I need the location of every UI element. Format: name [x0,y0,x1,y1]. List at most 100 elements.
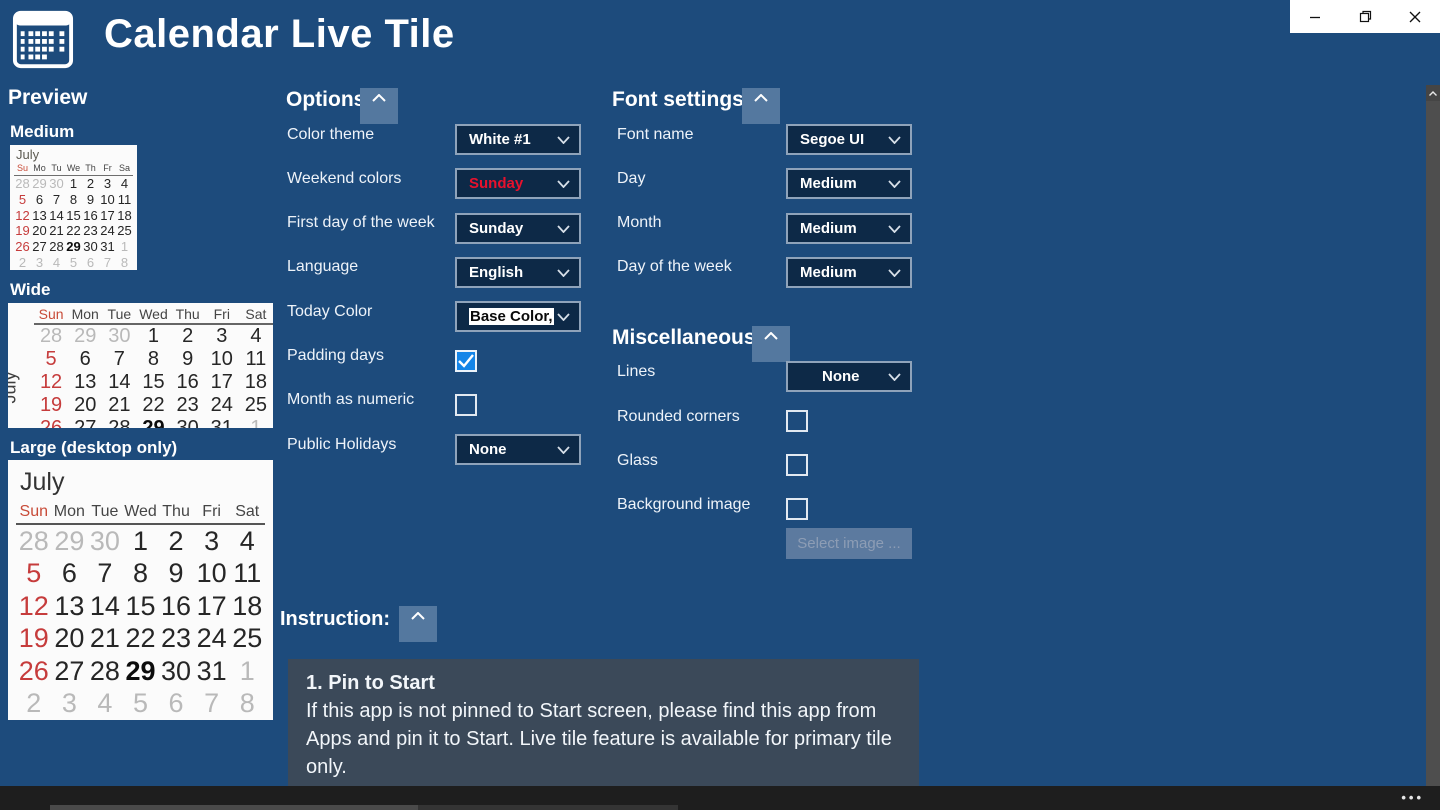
first-day-select[interactable]: Sunday [455,213,581,244]
day-cell: 28 [89,655,120,686]
day-cell: 4 [239,525,255,556]
chevron-up-icon [764,332,778,340]
chevron-up-icon [372,94,386,102]
day-cell: 5 [26,558,42,589]
day-cell: 15 [66,207,81,223]
font-settings-collapse-button[interactable] [742,88,780,124]
more-options-button[interactable]: ••• [1401,790,1424,805]
tile-month-label: July [16,147,40,162]
first-day-value: Sunday [469,220,524,237]
day-cell: 30 [49,176,64,192]
vertical-scrollbar[interactable] [1426,85,1440,786]
chevron-down-icon [888,135,901,144]
day-cell: 1 [132,525,148,556]
background-image-checkbox[interactable] [786,498,808,520]
day-cell: 7 [103,254,112,270]
medium-tile-label: Medium [10,122,75,141]
day-cell: 3 [204,525,220,556]
chevron-down-icon [888,224,901,233]
day-cell: 27 [54,655,85,686]
font-name-value: Segoe UI [800,131,865,148]
weekday-header-cell: Sun [19,503,49,520]
day-cell: 29 [66,238,81,254]
day-cell: 28 [18,525,49,556]
day-cell: 23 [161,623,192,654]
month-font-value: Medium [800,220,857,237]
day-cell: 22 [125,623,156,654]
minimize-button[interactable] [1290,0,1340,33]
weekday-header-cell: Mon [71,306,99,322]
day-cell: 6 [168,688,184,719]
day-cell: 27 [32,238,47,254]
instruction-step-title: 1. Pin to Start [306,672,435,694]
language-label: Language [287,258,359,275]
day-cell: 9 [168,558,184,589]
options-collapse-button[interactable] [360,88,398,124]
day-cell: 13 [74,371,97,393]
language-select[interactable]: English [455,257,581,288]
background-image-label: Background image [617,496,751,513]
month-font-select[interactable]: Medium [786,213,912,244]
day-cell: 13 [54,590,85,621]
day-of-week-font-select[interactable]: Medium [786,257,912,288]
day-cell: 22 [66,223,81,239]
day-cell: 29 [125,655,156,686]
day-cell: 2 [168,525,184,556]
day-cell: 16 [176,371,199,393]
day-cell: 3 [216,325,228,347]
day-cell: 11 [233,558,262,589]
lines-select[interactable]: None [786,361,912,392]
day-cell: 29 [74,325,97,347]
day-cell: 26 [18,655,49,686]
day-cell: 30 [161,655,192,686]
day-cell: 4 [97,688,113,719]
select-image-button[interactable]: Select image ... [786,528,912,559]
day-font-label: Day [617,170,646,187]
day-cell: 16 [161,590,192,621]
rounded-corners-checkbox[interactable] [786,410,808,432]
first-day-label: First day of the week [287,214,435,231]
weekday-header-cell: Su [16,163,28,173]
day-font-select[interactable]: Medium [786,168,912,199]
day-cell: 23 [176,394,199,416]
horizontal-scrollbar-thumb[interactable] [50,805,418,810]
close-button[interactable] [1390,0,1440,33]
day-cell: 8 [120,254,129,270]
scroll-up-arrow-icon[interactable] [1426,85,1440,101]
tile-weekday-header: Sun Mon Tue Wed Thu Fri Sat [34,305,273,325]
day-cell: 22 [142,394,165,416]
instruction-collapse-button[interactable] [399,606,437,642]
month-numeric-checkbox[interactable] [455,394,477,416]
day-cell: 12 [18,590,49,621]
glass-checkbox[interactable] [786,454,808,476]
day-cell: 11 [117,191,132,207]
day-of-week-font-value: Medium [800,264,857,281]
miscellaneous-collapse-button[interactable] [752,326,790,362]
day-cell: 5 [132,688,148,719]
today-color-select[interactable]: Base Color, [455,301,581,332]
weekday-header-cell: We [66,163,81,173]
public-holidays-value: None [469,441,507,458]
day-cell: 4 [52,254,61,270]
padding-days-checkbox[interactable] [455,350,477,372]
day-cell: 4 [120,176,129,192]
glass-label: Glass [617,452,658,469]
preview-heading: Preview [8,86,88,109]
day-cell: 28 [108,417,131,428]
horizontal-scrollbar-track[interactable] [418,805,678,810]
restore-button[interactable] [1340,0,1390,33]
weekday-header-cell: Sa [118,163,130,173]
weekend-colors-select[interactable]: Sunday [455,168,581,199]
day-cell: 18 [117,207,132,223]
large-tile-label: Large (desktop only) [10,438,178,457]
day-cell: 8 [239,688,255,719]
lines-value: None [822,368,860,385]
public-holidays-select[interactable]: None [455,434,581,465]
day-cell: 27 [74,417,97,428]
day-cell: 9 [182,348,194,370]
day-cell: 7 [97,558,113,589]
chevron-up-icon [754,94,768,102]
chevron-down-icon [557,268,570,277]
color-theme-select[interactable]: White #1 [455,124,581,155]
font-name-select[interactable]: Segoe UI [786,124,912,155]
